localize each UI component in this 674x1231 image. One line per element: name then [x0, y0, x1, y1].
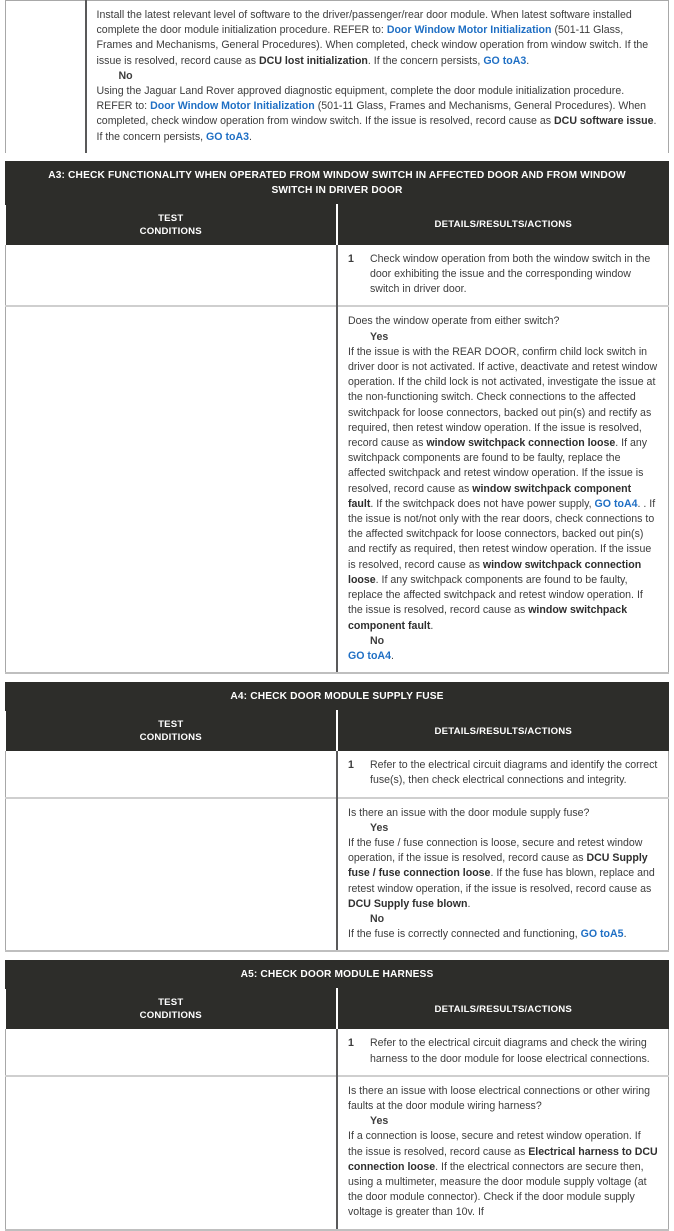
numbered-step: 1 Check window operation from both the wi…: [348, 252, 658, 298]
test-conditions-cell: [5, 751, 338, 798]
cross-reference-link[interactable]: GO toA4: [348, 650, 391, 662]
section-gap: [0, 674, 674, 683]
answer-no-label: No: [118, 69, 133, 82]
column-header-line-2: CONDITIONS: [139, 225, 202, 237]
column-header-test-conditions: TEST CONDITIONS: [5, 204, 338, 245]
answer-yes-label: Yes: [370, 821, 389, 834]
results-actions-cell: Does the window operate from either swit…: [337, 305, 669, 675]
step-text: Check window operation from both the win…: [370, 252, 651, 296]
results-actions-cell: Is there an issue with loose electrical …: [337, 1074, 669, 1231]
answer-no-label: No: [370, 912, 385, 925]
column-header-line-1: TEST: [158, 719, 184, 731]
table-row: 1 Check window operation from both the wi…: [5, 244, 669, 307]
no-branch-paragraph: If the fuse is correctly connected and f…: [348, 927, 658, 942]
question-text: Is there an issue with loose electrical …: [348, 1084, 651, 1112]
column-header-details: DETAILS/RESULTS/ACTIONS: [337, 204, 669, 245]
column-header-row: TEST CONDITIONS DETAILS/RESULTS/ACTIONS: [5, 710, 669, 752]
body-text: .: [390, 649, 394, 662]
emphasis-text: DCU Supply fuse blown: [348, 897, 468, 910]
continued-block-table: Install the latest relevant level of sof…: [5, 0, 669, 153]
table-row: 1 Refer to the electrical circuit diagram…: [5, 1029, 669, 1076]
section-table-a5: A5: CHECK DOOR MODULE HARNESS TEST CONDITI…: [5, 960, 669, 1231]
test-conditions-cell: [5, 0, 87, 153]
table-row: Is there an issue with the door module s…: [5, 796, 669, 953]
emphasis-text: DCU software issue: [554, 115, 654, 128]
section-gap: [0, 152, 674, 161]
test-conditions-cell: [5, 796, 338, 953]
section-table-a4: A4: CHECK DOOR MODULE SUPPLY FUSE TEST CON…: [5, 682, 669, 953]
column-header-line-2: CONDITIONS: [139, 732, 202, 744]
body-text: .: [623, 928, 627, 941]
body-text: . If the switchpack does not have power …: [370, 497, 595, 510]
cross-reference-link[interactable]: Door Window Motor Initialization: [150, 100, 315, 112]
step-number: 1: [348, 759, 354, 772]
section-title-a5: A5: CHECK DOOR MODULE HARNESS: [5, 960, 669, 990]
emphasis-text: DCU lost initialization: [259, 54, 368, 67]
table-row: Is there an issue with loose electrical …: [5, 1074, 669, 1231]
answer-yes-label: Yes: [370, 330, 389, 343]
section-title-row: A4: CHECK DOOR MODULE SUPPLY FUSE: [5, 682, 669, 712]
table-row: Install the latest relevant level of sof…: [5, 0, 669, 153]
test-conditions-cell: [5, 1074, 338, 1231]
test-conditions-cell: [5, 305, 338, 675]
section-title-row: A3: CHECK FUNCTIONALITY WHEN OPERATED FR…: [5, 160, 669, 205]
cross-reference-link[interactable]: GO toA3: [206, 131, 249, 143]
cross-reference-link[interactable]: GO toA3: [483, 55, 526, 67]
step-number: 1: [348, 252, 354, 265]
column-header-test-conditions: TEST CONDITIONS: [5, 710, 338, 752]
section-title-a4: A4: CHECK DOOR MODULE SUPPLY FUSE: [5, 682, 669, 712]
cross-reference-link[interactable]: GO toA5: [581, 928, 624, 940]
results-actions-cell: Is there an issue with the door module s…: [337, 796, 669, 953]
cross-reference-link[interactable]: GO toA4: [595, 498, 638, 510]
section-title-row: A5: CHECK DOOR MODULE HARNESS: [5, 960, 669, 990]
step-number: 1: [348, 1037, 354, 1050]
body-text: .: [467, 897, 471, 910]
answer-no-label: No: [370, 634, 385, 647]
column-header-row: TEST CONDITIONS DETAILS/RESULTS/ACTIONS: [5, 988, 669, 1030]
test-conditions-cell: [5, 1029, 338, 1076]
body-text: .: [249, 130, 252, 143]
continued-no-paragraph: Using the Jaguar Land Rover approved dia…: [97, 84, 659, 145]
column-header-row: TEST CONDITIONS DETAILS/RESULTS/ACTIONS: [5, 204, 669, 245]
question-text: Is there an issue with the door module s…: [348, 806, 590, 819]
yes-branch-paragraph: If a connection is loose, secure and ret…: [348, 1129, 658, 1220]
yes-branch-paragraph: If the fuse / fuse connection is loose, …: [348, 836, 658, 912]
body-text: .: [526, 54, 530, 67]
step-text: Refer to the electrical circuit diagrams…: [370, 1037, 650, 1065]
numbered-step: 1 Refer to the electrical circuit diagram…: [348, 1036, 658, 1066]
section-gap: [0, 952, 674, 961]
diagnostic-procedure-page: Install the latest relevant level of sof…: [0, 0, 674, 1231]
answer-yes-label: Yes: [370, 1115, 389, 1128]
step-cell: 1 Check window operation from both the wi…: [337, 244, 669, 307]
cross-reference-link[interactable]: Door Window Motor Initialization: [387, 24, 552, 36]
column-header-test-conditions: TEST CONDITIONS: [5, 988, 338, 1030]
column-header-details: DETAILS/RESULTS/ACTIONS: [337, 710, 669, 752]
sections-container: A3: CHECK FUNCTIONALITY WHEN OPERATED FR…: [0, 160, 674, 1231]
section-title-a3: A3: CHECK FUNCTIONALITY WHEN OPERATED FR…: [5, 160, 669, 205]
question-text: Does the window operate from either swit…: [348, 315, 560, 328]
numbered-step: 1 Refer to the electrical circuit diagram…: [348, 758, 658, 788]
yes-branch-paragraph: If the issue is with the REAR DOOR, conf…: [348, 345, 658, 634]
column-header-details: DETAILS/RESULTS/ACTIONS: [337, 988, 669, 1030]
section-table-a3: A3: CHECK FUNCTIONALITY WHEN OPERATED FR…: [5, 160, 669, 675]
emphasis-text: window switchpack connection loose: [426, 437, 616, 450]
body-text: .: [430, 619, 434, 632]
step-cell: 1 Refer to the electrical circuit diagram…: [337, 1029, 669, 1076]
body-text: If the issue is with the REAR DOOR, conf…: [348, 345, 658, 450]
continued-details-cell: Install the latest relevant level of sof…: [85, 0, 669, 153]
body-text: . If the concern persists,: [367, 54, 484, 67]
continued-yes-paragraph: Install the latest relevant level of sof…: [97, 8, 659, 69]
column-header-line-2: CONDITIONS: [139, 1010, 202, 1022]
column-header-line-1: TEST: [158, 997, 184, 1009]
step-cell: 1 Refer to the electrical circuit diagram…: [337, 751, 669, 798]
test-conditions-cell: [5, 244, 338, 307]
step-text: Refer to the electrical circuit diagrams…: [370, 759, 658, 787]
no-branch-paragraph: GO toA4.: [348, 649, 658, 664]
body-text: If the fuse is correctly connected and f…: [348, 928, 581, 941]
table-row: 1 Refer to the electrical circuit diagram…: [5, 751, 669, 798]
column-header-line-1: TEST: [158, 212, 184, 224]
table-row: Does the window operate from either swit…: [5, 305, 669, 675]
